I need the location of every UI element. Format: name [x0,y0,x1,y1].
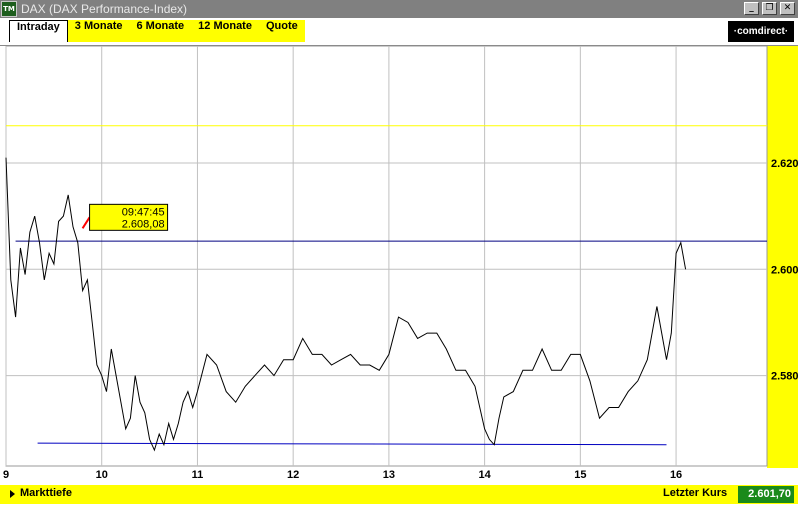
tab-3-monate[interactable]: 3 Monate [67,20,130,42]
tooltip-pointer [81,216,91,229]
close-button[interactable]: ✕ [780,2,795,15]
window-title: DAX (DAX Performance-Index) [21,2,188,16]
status-bar: Markttiefe Letzter Kurs 2.601,70 [0,485,798,504]
y-axis-labels: 2.580 2.600 2.620 [771,158,798,383]
intraday-chart[interactable]: 09:47:45 2.608,08 2.580 2.600 2.620 9 10 11 1… [0,46,798,485]
title-bar: TM DAX (DAX Performance-Index) _ ❐ ✕ [0,0,798,18]
support-line [37,442,667,446]
app-icon: TM [1,1,17,17]
comdirect-logo: ·comdirect· [728,21,794,42]
restore-button[interactable]: ❐ [762,2,777,15]
y-tick-label: 2.600 [771,264,798,276]
x-tick-label: 14 [478,469,491,481]
plot-border [5,46,768,467]
tab-quote[interactable]: Quote [258,20,305,42]
x-tick-label: 16 [670,469,682,481]
x-tick-label: 12 [287,469,299,481]
x-tick-label: 9 [3,469,9,481]
y-tick-label: 2.580 [771,371,798,383]
period-tabs: Intraday 3 Monate 6 Monate 12 Monate Quo… [9,20,305,42]
price-line [5,157,687,452]
tab-12-monate[interactable]: 12 Monate [191,20,259,42]
y-tick-label: 2.620 [771,158,798,170]
tab-6-monate[interactable]: 6 Monate [129,20,192,42]
x-tick-label: 13 [383,469,395,481]
crosshair-tooltip: 09:47:45 2.608,08 [81,203,169,231]
x-tick-label: 15 [574,469,586,481]
toolbar: Intraday 3 Monate 6 Monate 12 Monate Quo… [0,18,798,46]
tooltip-time: 09:47:45 [122,206,165,218]
minimize-button[interactable]: _ [744,2,759,15]
markttiefe-label[interactable]: Markttiefe [20,487,72,499]
tooltip-value: 2.608,08 [122,218,165,230]
tab-intraday[interactable]: Intraday [9,20,68,42]
last-price-label: Letzter Kurs [663,487,728,499]
x-axis-labels: 9 10 11 12 13 14 15 16 [3,469,682,481]
last-price-value: 2.601,70 [738,486,794,503]
x-tick-label: 10 [96,469,108,481]
grid [5,46,768,467]
x-tick-label: 11 [192,469,204,481]
triangle-right-icon[interactable] [10,490,15,498]
